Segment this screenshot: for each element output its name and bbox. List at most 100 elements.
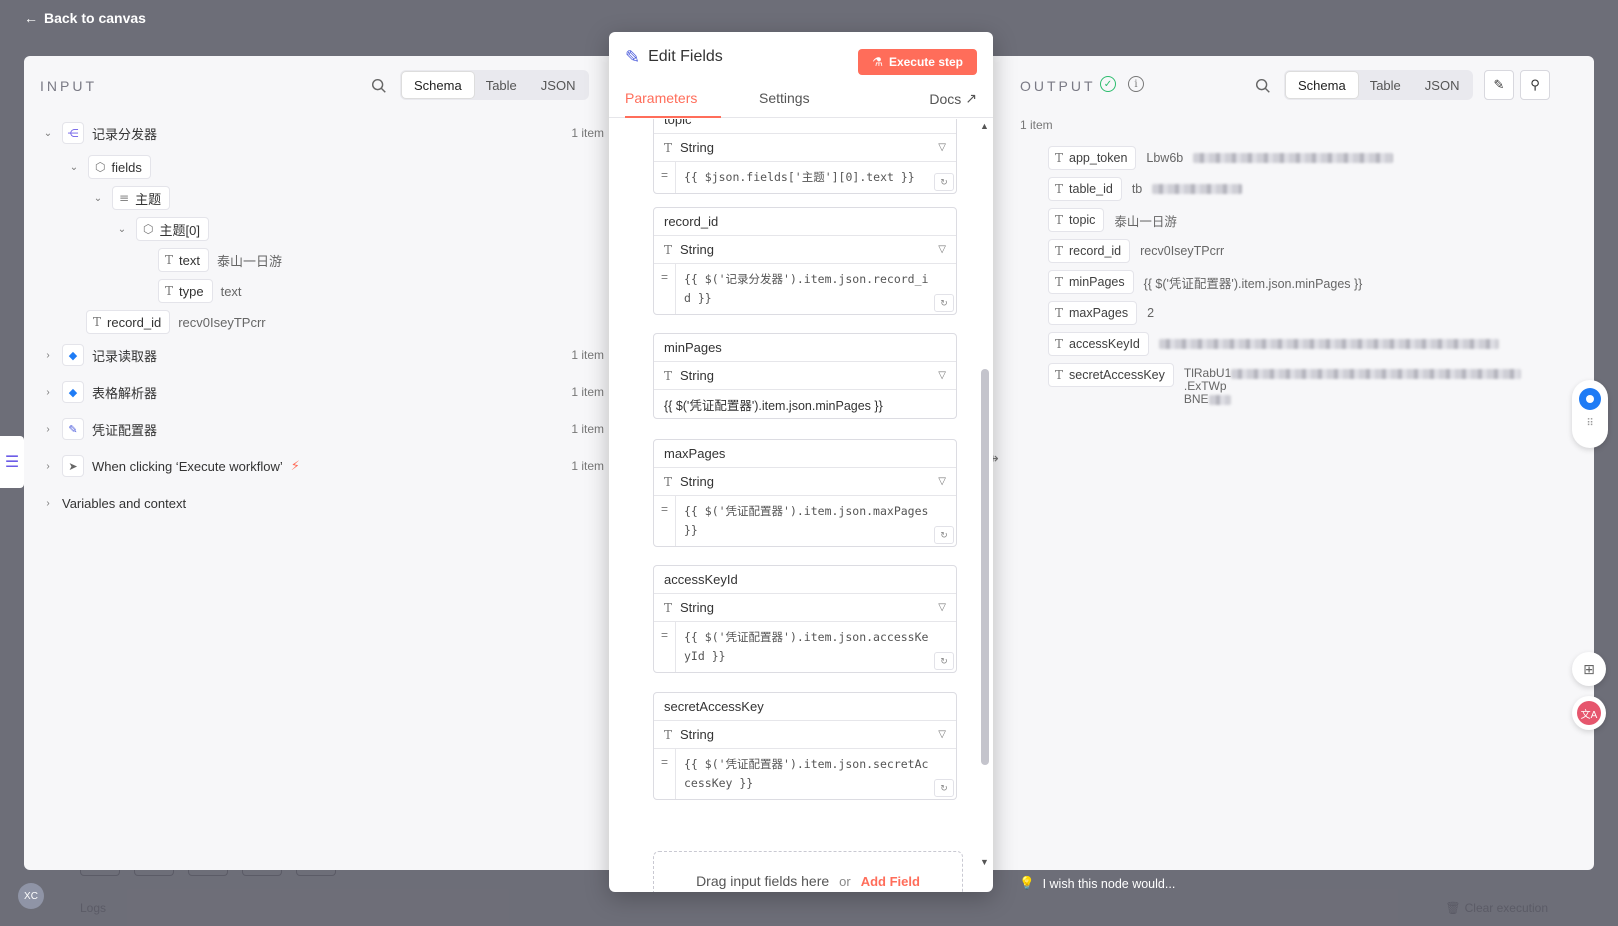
field-card-max-pages: maxPages T String ▽ ={{ $('凭证配置器').item.js…	[653, 439, 957, 547]
string-type-icon: T	[664, 727, 673, 742]
flask-icon: ⚗	[872, 55, 883, 69]
chevron-down-icon: ▽	[938, 142, 946, 153]
avatar: XC	[18, 883, 44, 909]
translate-icon: 文A	[1577, 701, 1601, 725]
pin-output-button[interactable]: ⚲	[1520, 70, 1550, 100]
tab-settings[interactable]: Settings	[759, 90, 810, 106]
field-type-select[interactable]: T String ▽	[654, 362, 956, 390]
chevron-down-icon: ⌄	[43, 127, 53, 139]
search-icon[interactable]	[370, 77, 388, 95]
output-view-switcher: Schema Table JSON	[1284, 70, 1474, 100]
field-name-input[interactable]: accessKeyId	[654, 566, 956, 594]
expand-icon[interactable]: ↻	[934, 173, 954, 191]
search-icon[interactable]	[1254, 77, 1272, 95]
field-name-input[interactable]: topic	[654, 119, 956, 134]
field-value-expression[interactable]: ={{ $('凭证配置器').item.json.secretAccessKey…	[654, 749, 956, 799]
clear-execution-button: 🗑 Clear execution	[1445, 901, 1548, 915]
expand-icon[interactable]: ↻	[934, 779, 954, 797]
modal-scrollbar[interactable]: ▲ ▼	[979, 119, 991, 869]
docs-link[interactable]: Docs ↗	[929, 90, 977, 107]
side-panel-toggle[interactable]: ☰	[0, 436, 24, 488]
tree-fields[interactable]: ⌄ ⬡ fields	[68, 154, 151, 180]
tree-node-credential-config[interactable]: › ✎ 凭证配置器	[42, 416, 157, 442]
scroll-up-icon[interactable]: ▲	[980, 121, 989, 131]
drop-field-zone[interactable]: Drag input fields here or Add Field	[653, 851, 963, 892]
output-tab-table[interactable]: Table	[1358, 72, 1413, 98]
pencil-icon: ✎	[62, 418, 84, 440]
output-row-app-token[interactable]: Tapp_token Lbw6b	[1048, 146, 1394, 170]
drag-handle-icon[interactable]: ⠿	[1586, 418, 1593, 429]
field-value-expression[interactable]: ={{ $('记录分发器').item.json.record_id }} ↻	[654, 264, 956, 314]
type-key-pill: Ttype	[158, 279, 213, 303]
tree-topic-group[interactable]: ⌄ ≡ 主题	[92, 185, 171, 211]
grid-tool-button[interactable]: ⊞	[1572, 652, 1606, 686]
output-row-secret-access-key[interactable]: TsecretAccessKey TlRabU1.ExTWp BNE	[1048, 363, 1564, 406]
field-name-input[interactable]: minPages	[654, 334, 956, 362]
scroll-down-icon[interactable]: ▼	[980, 857, 989, 867]
field-name-input[interactable]: record_id	[654, 208, 956, 236]
redacted-value	[1158, 339, 1499, 349]
tree-type-field[interactable]: Ttype text	[158, 278, 242, 304]
add-field-link[interactable]: Add Field	[861, 874, 920, 889]
field-type-select[interactable]: T String ▽	[654, 594, 956, 622]
field-card-access-key-id: accessKeyId T String ▽ ={{ $('凭证配置器').item…	[653, 565, 957, 673]
tree-topic-item[interactable]: ⌄ ⬡ 主题[0]	[116, 216, 209, 242]
lightning-icon: ⚡	[290, 458, 300, 473]
info-icon[interactable]: i	[1128, 76, 1144, 92]
back-to-canvas-link[interactable]: ← Back to canvas	[24, 10, 146, 26]
field-type-select[interactable]: T String ▽	[654, 236, 956, 264]
output-row-access-key-id[interactable]: TaccessKeyId	[1048, 332, 1499, 356]
reader-node-icon: ◆	[62, 344, 84, 366]
output-tab-schema[interactable]: Schema	[1286, 72, 1358, 98]
field-value-input[interactable]: {{ $('凭证配置器').item.json.minPages }}	[654, 390, 956, 418]
edit-output-button[interactable]: ✎	[1484, 70, 1514, 100]
dispatcher-node-icon: ⋲	[62, 122, 84, 144]
field-type-select[interactable]: T String ▽	[654, 468, 956, 496]
scroll-thumb[interactable]	[981, 369, 989, 765]
field-name-input[interactable]: maxPages	[654, 440, 956, 468]
chevron-right-icon: ›	[46, 460, 50, 472]
tree-variables-context[interactable]: › Variables and context	[42, 490, 186, 516]
output-row-table-id[interactable]: Ttable_id tb	[1048, 177, 1243, 201]
tab-parameters[interactable]: Parameters	[625, 90, 697, 106]
tree-record-id[interactable]: Trecord_id recv0IseyTPcrr	[86, 309, 266, 335]
output-tab-json[interactable]: JSON	[1413, 72, 1472, 98]
input-tab-table[interactable]: Table	[474, 72, 529, 98]
tree-node-record-reader[interactable]: › ◆ 记录读取器	[42, 342, 157, 368]
expand-icon[interactable]: ↻	[934, 526, 954, 544]
input-title: INPUT	[40, 78, 97, 94]
chevron-right-icon: ›	[46, 386, 50, 398]
expand-icon[interactable]: ↻	[934, 294, 954, 312]
list-icon: ≡	[119, 191, 130, 205]
translate-button[interactable]: 文A	[1572, 696, 1606, 730]
string-type-icon: T	[664, 600, 673, 615]
redacted-value	[1152, 184, 1243, 194]
chevron-down-icon: ▽	[938, 729, 946, 740]
field-name-input[interactable]: secretAccessKey	[654, 693, 956, 721]
input-tab-json[interactable]: JSON	[529, 72, 588, 98]
field-value-expression[interactable]: ={{ $('凭证配置器').item.json.accessKeyId }} ↻	[654, 622, 956, 672]
topic-item-pill: ⬡ 主题[0]	[136, 217, 209, 241]
tree-text-field[interactable]: Ttext 泰山一日游	[158, 247, 282, 273]
tree-node-manual-trigger[interactable]: › ➤ When clicking ‘Execute workflow’ ⚡	[42, 453, 300, 479]
field-type-select[interactable]: T String ▽	[654, 721, 956, 749]
field-value-expression[interactable]: ={{ $('凭证配置器').item.json.maxPages }} ↻	[654, 496, 956, 546]
field-value-expression[interactable]: ={{ $json.fields['主题'][0].text }} ↻	[654, 162, 956, 193]
input-tab-schema[interactable]: Schema	[402, 72, 474, 98]
string-type-icon: T	[1055, 213, 1064, 227]
execute-step-button[interactable]: ⚗ Execute step	[858, 49, 977, 75]
output-row-min-pages[interactable]: TminPages {{ $('凭证配置器').item.json.minPag…	[1048, 270, 1362, 294]
modal-tabs: Parameters Settings Docs ↗	[609, 84, 993, 118]
chevron-down-icon: ▽	[938, 244, 946, 255]
field-type-select[interactable]: T String ▽	[654, 134, 956, 162]
output-row-record-id[interactable]: Trecord_id recv0IseyTPcrr	[1048, 239, 1224, 263]
tree-node-table-parser[interactable]: › ◆ 表格解析器	[42, 379, 157, 405]
output-row-topic[interactable]: Ttopic 泰山一日游	[1048, 208, 1177, 232]
string-type-icon: T	[1055, 244, 1064, 258]
output-row-max-pages[interactable]: TmaxPages 2	[1048, 301, 1154, 325]
feedback-hint[interactable]: 💡 I wish this node would...	[1019, 876, 1175, 891]
tree-node-record-dispatcher[interactable]: ⌄ ⋲ 记录分发器	[42, 120, 157, 146]
expand-icon[interactable]: ↻	[934, 652, 954, 670]
output-pane: OUTPUT ✓ i Schema Table JSON ✎ ⚲ 1 item …	[1004, 56, 1594, 870]
floating-assistant[interactable]: ⠿	[1572, 380, 1608, 448]
